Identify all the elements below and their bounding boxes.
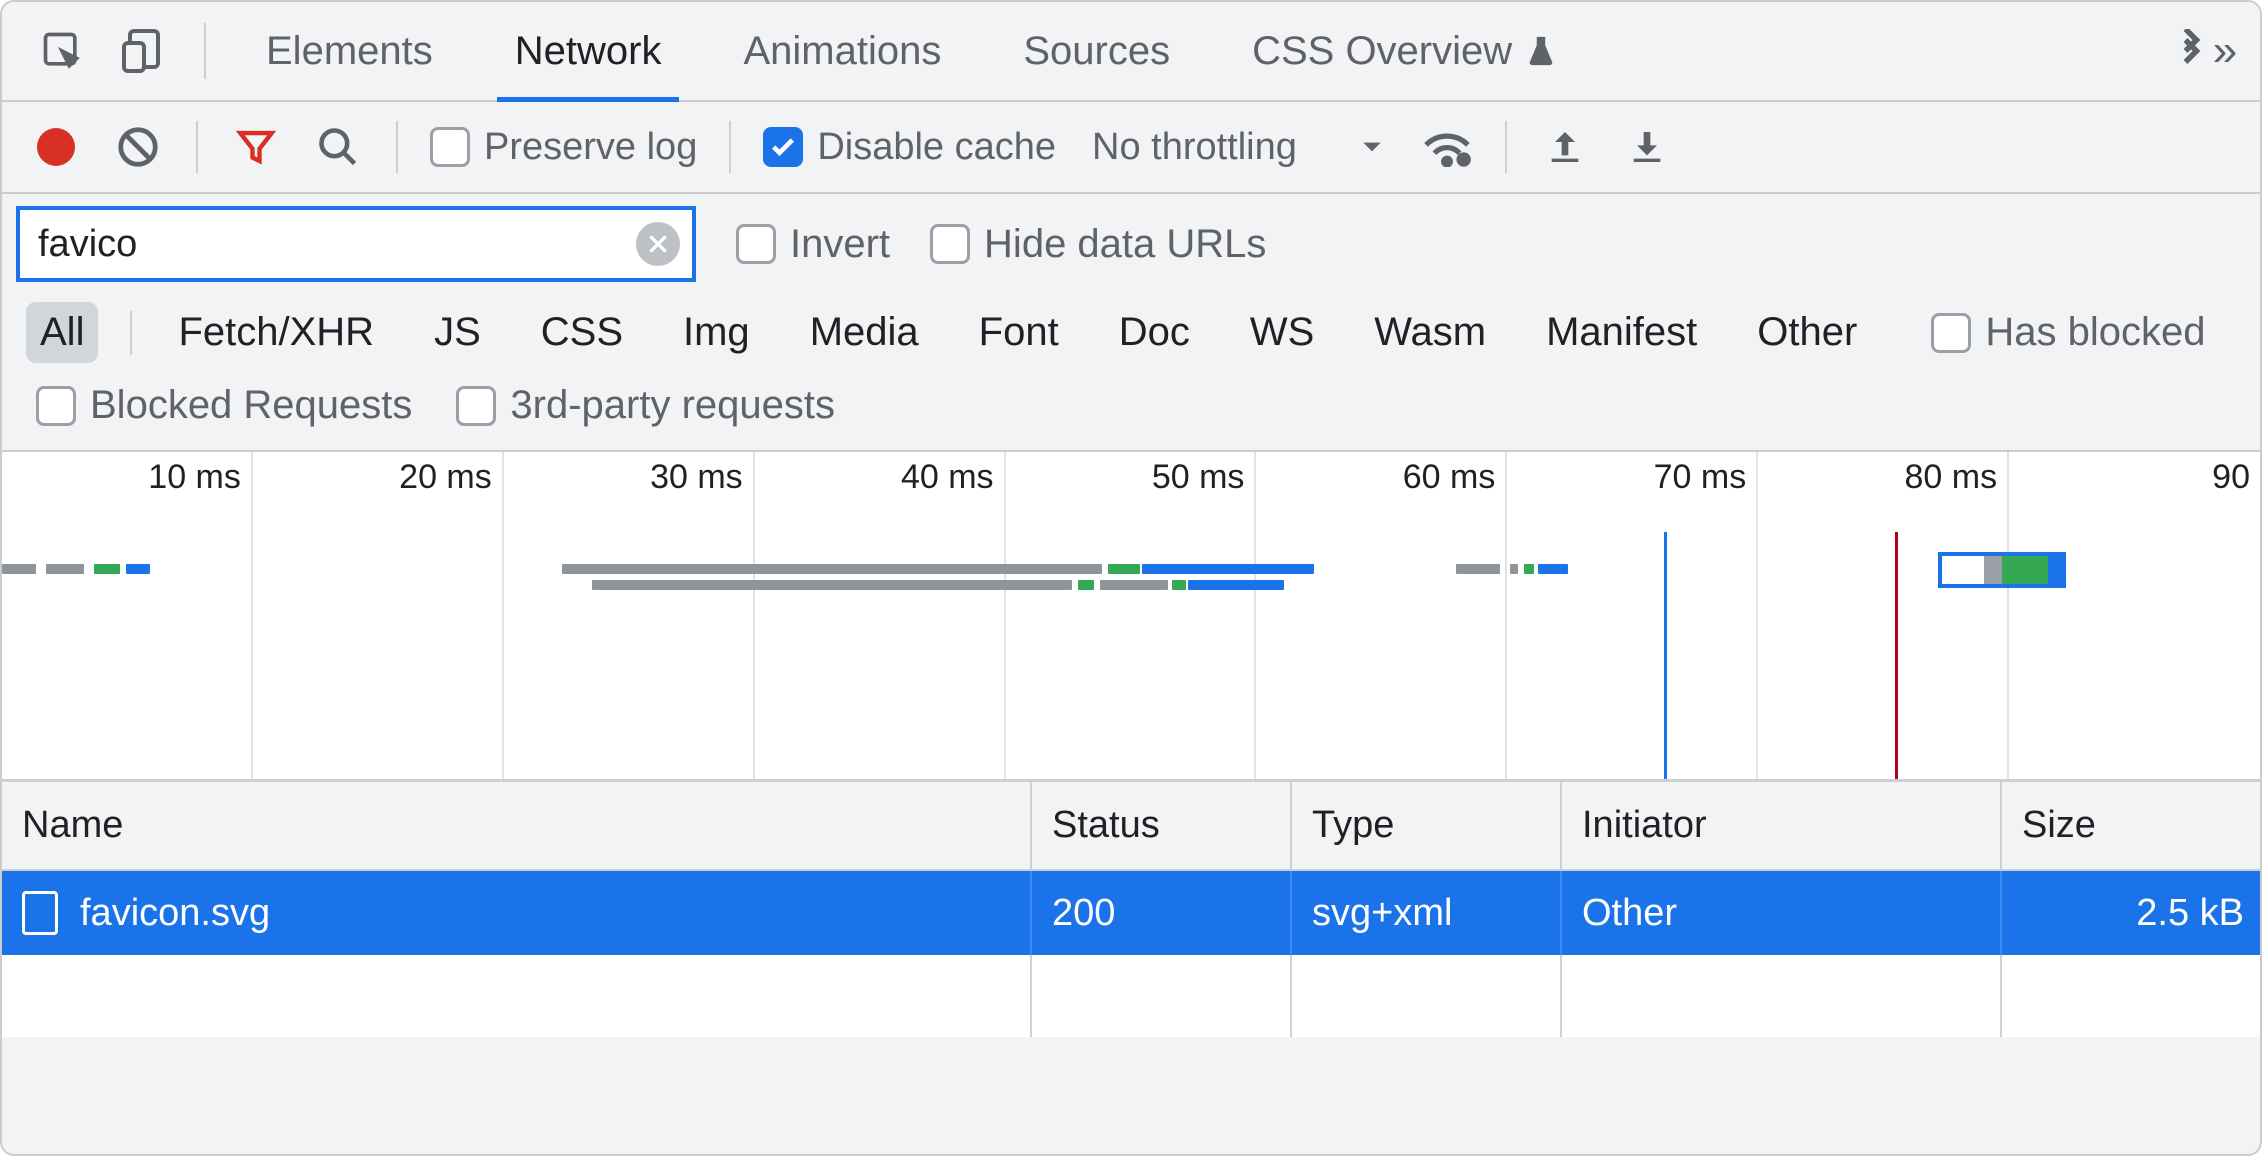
filter-icon[interactable] xyxy=(230,121,282,173)
disable-cache-checkbox[interactable]: Disable cache xyxy=(763,126,1056,169)
throttling-value: No throttling xyxy=(1092,126,1297,169)
timeline-tick: 30 ms xyxy=(650,458,743,497)
timeline-load-line xyxy=(1895,532,1898,779)
filter-type-css[interactable]: CSS xyxy=(527,302,637,363)
throttling-select[interactable]: No throttling xyxy=(1086,126,1391,169)
preserve-log-label: Preserve log xyxy=(484,126,697,169)
separator xyxy=(204,23,206,79)
device-toggle-icon[interactable] xyxy=(108,15,180,87)
filter-type-fetch[interactable]: Fetch/XHR xyxy=(164,302,388,363)
tab-css-overview[interactable]: CSS Overview xyxy=(1216,2,1594,100)
filter-type-doc[interactable]: Doc xyxy=(1105,302,1204,363)
timeline-tick: 40 ms xyxy=(901,458,994,497)
clear-filter-icon[interactable] xyxy=(636,222,680,266)
request-row-status[interactable]: 200 xyxy=(1032,871,1292,955)
filter-type-manifest[interactable]: Manifest xyxy=(1532,302,1711,363)
timeline-tick: 20 ms xyxy=(399,458,492,497)
invert-label: Invert xyxy=(790,222,890,267)
request-row-name[interactable]: favicon.svg xyxy=(2,871,1032,955)
disable-cache-label: Disable cache xyxy=(817,126,1056,169)
third-party-label: 3rd-party requests xyxy=(510,383,835,428)
filter-type-font[interactable]: Font xyxy=(965,302,1073,363)
separator xyxy=(130,311,132,355)
experiment-icon xyxy=(1524,34,1558,68)
timeline-tick: 80 ms xyxy=(1905,458,1998,497)
more-tabs-icon[interactable]: » xyxy=(2164,15,2236,87)
record-button[interactable] xyxy=(30,121,82,173)
tab-css-overview-label: CSS Overview xyxy=(1252,29,1512,74)
request-row-initiator[interactable]: Other xyxy=(1562,871,2002,955)
timeline-tick: 60 ms xyxy=(1403,458,1496,497)
timeline-tick: 90 xyxy=(2212,458,2250,497)
inspect-element-icon[interactable] xyxy=(26,15,98,87)
filter-type-wasm[interactable]: Wasm xyxy=(1360,302,1500,363)
clear-button[interactable] xyxy=(112,121,164,173)
filter-type-all[interactable]: All xyxy=(26,302,98,363)
invert-checkbox[interactable]: Invert xyxy=(736,222,890,267)
filter-type-js[interactable]: JS xyxy=(420,302,495,363)
hide-data-urls-checkbox[interactable]: Hide data URLs xyxy=(930,222,1266,267)
third-party-checkbox[interactable]: 3rd-party requests xyxy=(456,383,835,428)
separator xyxy=(729,121,731,173)
filter-input[interactable] xyxy=(38,223,624,266)
column-header-name[interactable]: Name xyxy=(2,782,1032,871)
tab-elements[interactable]: Elements xyxy=(230,2,469,100)
separator xyxy=(1505,121,1507,173)
upload-har-icon[interactable] xyxy=(1539,121,1591,173)
filter-type-other[interactable]: Other xyxy=(1743,302,1871,363)
timeline-overview[interactable]: 10 ms 20 ms 30 ms 40 ms 50 ms 60 ms 70 m… xyxy=(2,452,2260,782)
hide-data-urls-label: Hide data URLs xyxy=(984,222,1266,267)
network-conditions-icon[interactable] xyxy=(1421,121,1473,173)
checkbox-checked-icon xyxy=(763,127,803,167)
has-blocked-checkbox[interactable]: Has blocked xyxy=(1931,310,2205,355)
request-row-size[interactable]: 2.5 kB xyxy=(2002,871,2262,955)
tab-network[interactable]: Network xyxy=(479,2,698,100)
blocked-requests-checkbox[interactable]: Blocked Requests xyxy=(36,383,412,428)
column-header-type[interactable]: Type xyxy=(1292,782,1562,871)
checkbox-icon xyxy=(930,224,970,264)
checkbox-icon xyxy=(430,127,470,167)
checkbox-icon xyxy=(1931,313,1971,353)
separator xyxy=(196,121,198,173)
empty-row xyxy=(2,955,2260,1037)
search-icon[interactable] xyxy=(312,121,364,173)
checkbox-icon xyxy=(36,386,76,426)
filter-input-container xyxy=(16,206,696,282)
filter-type-ws[interactable]: WS xyxy=(1236,302,1328,363)
blocked-requests-label: Blocked Requests xyxy=(90,383,412,428)
filter-type-media[interactable]: Media xyxy=(796,302,933,363)
column-header-initiator[interactable]: Initiator xyxy=(1562,782,2002,871)
timeline-tick: 10 ms xyxy=(148,458,241,497)
checkbox-icon xyxy=(736,224,776,264)
timeline-bars xyxy=(2,564,2260,604)
filter-type-img[interactable]: Img xyxy=(669,302,764,363)
download-har-icon[interactable] xyxy=(1621,121,1673,173)
chevron-down-icon xyxy=(1359,134,1385,160)
request-name: favicon.svg xyxy=(80,892,270,935)
file-icon xyxy=(22,891,58,935)
tab-sources[interactable]: Sources xyxy=(987,2,1206,100)
column-header-status[interactable]: Status xyxy=(1032,782,1292,871)
timeline-dom-loaded-line xyxy=(1664,532,1667,779)
timeline-tick: 70 ms xyxy=(1654,458,1747,497)
column-header-size[interactable]: Size xyxy=(2002,782,2262,871)
request-row-type[interactable]: svg+xml xyxy=(1292,871,1562,955)
separator xyxy=(396,121,398,173)
has-blocked-label: Has blocked xyxy=(1985,310,2205,355)
tab-animations[interactable]: Animations xyxy=(707,2,977,100)
checkbox-icon xyxy=(456,386,496,426)
preserve-log-checkbox[interactable]: Preserve log xyxy=(430,126,697,169)
timeline-tick: 50 ms xyxy=(1152,458,1245,497)
timeline-selection-box[interactable] xyxy=(1938,552,2066,588)
